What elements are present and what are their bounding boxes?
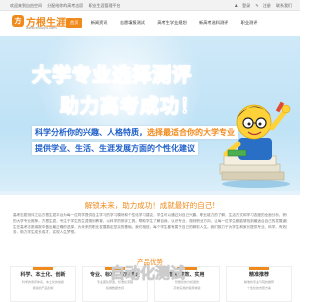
banner-line: 提供学业、生活、生涯发展方面的个性化建议 (32, 142, 198, 155)
paragraph-line: 的大学专业推荐。方根生涯，专注于学生的生涯规划教育，以科学的测评工具，帮助学生了… (13, 218, 287, 223)
section-slogan: 解锁未来，助力成功！成就最好的自己! (84, 201, 216, 210)
card-text: 高效实用的使用体验 (173, 286, 201, 290)
nav-item-subject-selection[interactable]: 新高考选科测评 (195, 18, 232, 28)
card-text: 科学的测评体系，本土化的常模 (21, 280, 64, 284)
product-card[interactable]: 精准推荐 精准的专业与院校推荐 个性化的志愿方案 (226, 266, 292, 302)
nav-item-news[interactable]: 新闻资讯 (87, 18, 112, 28)
card-text: 个性化的志愿方案 (246, 286, 271, 290)
top-link[interactable]: 分配给你的高考志愿 (47, 3, 83, 8)
logo-mark-icon: 方 (12, 15, 24, 27)
mascot-student-illustration (219, 101, 291, 188)
logo-url: www.eduzyu.com (26, 26, 57, 30)
register-link[interactable]: 注册 (263, 3, 271, 8)
hero-banner[interactable]: 大学专业选择测评 助力高考成功！ 科学分析你的兴趣、人格特质，选择最适合你的大学… (0, 36, 300, 191)
paragraph-line: 务，助力学生成长成才，实现人生梦想。 (13, 230, 78, 235)
banner-line: 科学分析你的兴趣、人格特质，选择最适合你的大学专业 (32, 126, 238, 139)
card-heading: 精准推荐 (248, 272, 269, 278)
nav-item-home[interactable]: 首页 (66, 18, 83, 28)
user-icon: ♟ (234, 3, 239, 8)
nav-item-academic-plan[interactable]: 高考生学业规划 (153, 18, 190, 28)
top-link[interactable]: 职业生涯管理平台 (89, 3, 121, 8)
top-bar: 欢迎来到自由空间 分配给你的高考志愿 职业生涯管理平台 ♟ 登录 ✎ 注册 联系我们 (0, 0, 300, 11)
card-text: 权威数据支持 (105, 286, 124, 290)
login-link[interactable]: 登录 (242, 3, 250, 8)
intro-paragraph: 高考志愿测评之后方根生涯平台为每一位同学提供自主学习的学习模块和个性化学习建议，… (13, 213, 287, 236)
card-text: 持续的产品创新 (32, 286, 54, 290)
card-accent-bar (249, 267, 269, 270)
banner-title: 大学专业选择测评 (31, 63, 193, 86)
banner-line-part: 科学分析你的兴趣、人格特质， (35, 128, 147, 137)
card-accent-bar (33, 267, 53, 270)
card-heading: 科学、本土化、创新 (20, 272, 66, 278)
nav-item-career-test[interactable]: 职业测评 (237, 18, 262, 28)
paragraph-line: 高考志愿测评之后方根生涯平台为每一位同学提供自主学习的学习模块和个性化学习建议，… (13, 213, 287, 217)
register-icon: ✎ (255, 3, 259, 8)
watermark-text: 自动化测试 (110, 264, 186, 283)
banner-subtitle: 助力高考成功！ (59, 94, 201, 117)
banner-divider (0, 191, 300, 195)
top-link[interactable]: 欢迎来到自由空间 (10, 3, 42, 8)
top-bar-links: 欢迎来到自由空间 分配给你的高考志愿 职业生涯管理平台 (10, 3, 125, 9)
card-text: 精准的专业与院校推荐 (243, 280, 274, 284)
top-bar-actions: ♟ 登录 ✎ 注册 联系我们 (230, 3, 292, 9)
contact-link[interactable]: 联系我们 (276, 3, 292, 8)
site-header: 方 方根生涯 www.eduzyu.com 首页 新闻资讯 志愿填报测试 高考生… (0, 11, 300, 35)
product-card[interactable]: 科学、本土化、创新 科学的测评体系，本土化的常模 持续的产品创新 (10, 266, 76, 302)
site-logo[interactable]: 方 方根生涯 www.eduzyu.com (12, 15, 66, 33)
main-nav: 首页 新闻资讯 志愿填报测试 高考生学业规划 新高考选科测评 职业测评 (66, 18, 264, 28)
nav-item-volunteer-test[interactable]: 志愿填报测试 (116, 18, 149, 28)
